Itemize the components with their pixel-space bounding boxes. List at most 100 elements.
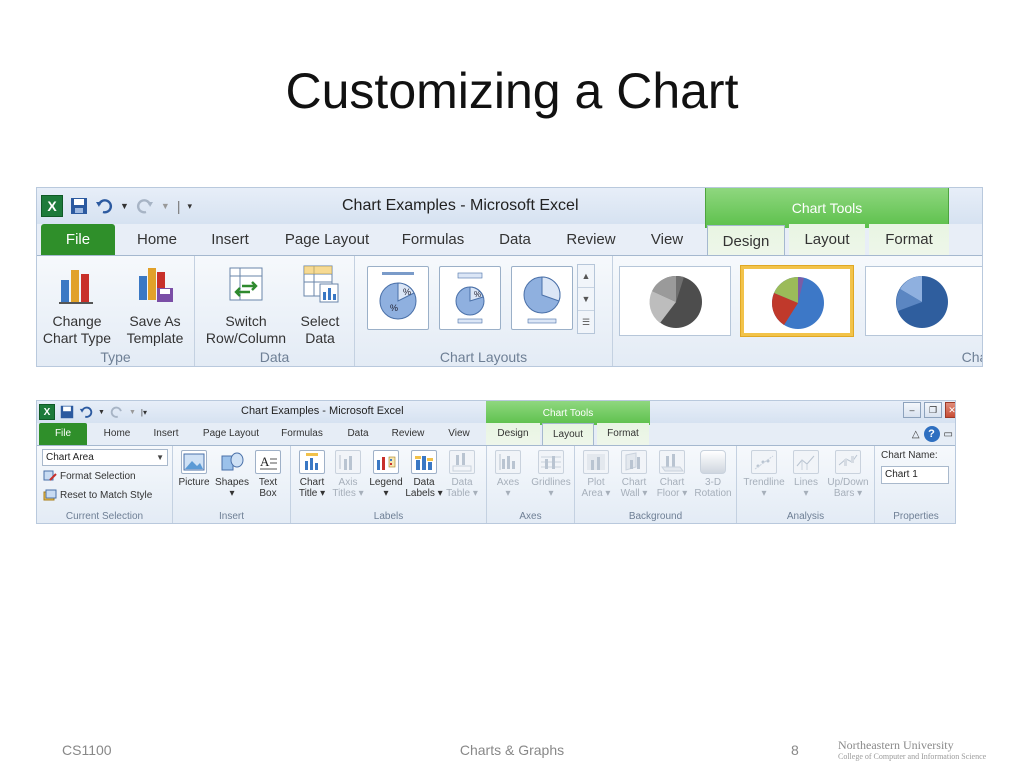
gridlines-button[interactable]: Gridlines ▾ bbox=[529, 450, 573, 499]
select-data-label-1: Select bbox=[300, 313, 340, 329]
group-properties: Chart Name: Chart 1 Properties bbox=[875, 446, 955, 523]
insert-shapes-button[interactable]: Shapes ▾ bbox=[213, 450, 251, 499]
tab-view[interactable]: View bbox=[641, 224, 693, 256]
trendline-button[interactable]: Trendline ▾ bbox=[741, 450, 787, 499]
redo-dropdown-icon[interactable]: ▼ bbox=[129, 409, 136, 416]
tab-review[interactable]: Review bbox=[557, 224, 625, 256]
axes-button[interactable]: Axes ▾ bbox=[489, 450, 527, 499]
axes-label: Axes bbox=[496, 477, 520, 488]
change-chart-type-icon bbox=[59, 270, 93, 304]
gallery-more-icon[interactable]: ☰ bbox=[578, 311, 594, 333]
chart-layout-1-thumbnail[interactable]: %% bbox=[367, 266, 429, 330]
undo-icon[interactable] bbox=[79, 405, 93, 419]
undo-dropdown-icon[interactable]: ▼ bbox=[120, 201, 129, 211]
switch-row-column-button[interactable]: Switch Row/Column bbox=[203, 262, 289, 347]
group-current-selection-label: Current Selection bbox=[65, 511, 144, 522]
shapes-label-2: ▾ bbox=[229, 488, 235, 499]
excel-logo-icon[interactable]: X bbox=[39, 404, 55, 420]
tab-insert[interactable]: Insert bbox=[143, 423, 189, 445]
change-chart-type-label-2: Chart Type bbox=[42, 330, 112, 346]
group-type-label: Type bbox=[100, 349, 131, 365]
redo-dropdown-icon[interactable]: ▼ bbox=[161, 201, 170, 211]
lines-button[interactable]: Lines ▾ bbox=[787, 450, 825, 499]
chart-style-2-thumbnail[interactable] bbox=[741, 266, 853, 336]
customize-qat-icon[interactable]: |▾ bbox=[141, 408, 147, 417]
minimize-ribbon-icon[interactable]: △ bbox=[912, 429, 920, 440]
chart-style-3-thumbnail[interactable] bbox=[865, 266, 982, 336]
excel-logo-icon[interactable]: X bbox=[41, 195, 63, 217]
save-icon[interactable] bbox=[70, 197, 88, 215]
chart-title-button[interactable]: Chart Title ▾ bbox=[293, 450, 331, 499]
tab-home[interactable]: Home bbox=[121, 224, 193, 256]
tab-data[interactable]: Data bbox=[339, 423, 377, 445]
chart-layout-3-thumbnail[interactable] bbox=[511, 266, 573, 330]
tab-layout[interactable]: Layout bbox=[542, 423, 594, 445]
close-icon[interactable]: ✕ bbox=[945, 402, 955, 418]
restore-icon[interactable]: ❐ bbox=[924, 402, 942, 418]
gallery-scroll-up-icon[interactable]: ▲ bbox=[578, 265, 594, 288]
switch-row-column-icon bbox=[229, 267, 263, 301]
tab-home[interactable]: Home bbox=[93, 423, 141, 445]
tab-view[interactable]: View bbox=[439, 423, 479, 445]
gridlines-label: Gridlines bbox=[531, 477, 571, 488]
customize-qat-icon[interactable]: ▾ bbox=[187, 201, 192, 212]
chart-layout-2-thumbnail[interactable]: % bbox=[439, 266, 501, 330]
window-restore-icon[interactable]: ▭ bbox=[944, 429, 953, 440]
tab-page-layout[interactable]: Page Layout bbox=[277, 224, 377, 256]
tab-page-layout[interactable]: Page Layout bbox=[197, 423, 265, 445]
insert-text-box-button[interactable]: A Text Box bbox=[249, 450, 287, 499]
ribbon-layout-screenshot: X ▼ ▼ |▾ Chart Examples - Microsoft Exce… bbox=[36, 400, 956, 524]
switch-row-column-label-1: Switch bbox=[225, 313, 267, 329]
up-down-bars-label: Up/Down bbox=[827, 477, 869, 488]
tab-formulas[interactable]: Formulas bbox=[391, 224, 475, 256]
legend-button[interactable]: Legend ▾ bbox=[367, 450, 405, 499]
data-labels-button[interactable]: Data Labels ▾ bbox=[405, 450, 443, 499]
chevron-down-icon: ▼ bbox=[156, 453, 164, 462]
redo-icon[interactable] bbox=[136, 197, 154, 215]
save-icon[interactable] bbox=[60, 405, 74, 419]
tab-review[interactable]: Review bbox=[385, 423, 431, 445]
tab-data[interactable]: Data bbox=[489, 224, 541, 256]
tab-design[interactable]: Design bbox=[707, 225, 785, 257]
undo-icon[interactable] bbox=[95, 197, 113, 215]
up-down-bars-button[interactable]: Up/Down Bars ▾ bbox=[825, 450, 871, 499]
ribbon-design-screenshot: X ▼ ▼ | ▾ Chart Examples - Microsoft Exc… bbox=[36, 187, 983, 367]
text-box-label: Text bbox=[258, 477, 278, 488]
group-chart-styles-label: Char bbox=[961, 349, 982, 365]
chart-style-1-thumbnail[interactable] bbox=[619, 266, 731, 336]
change-chart-type-button[interactable]: Change Chart Type bbox=[41, 262, 113, 347]
layouts-gallery-scroll[interactable]: ▲ ▼ ☰ bbox=[577, 264, 595, 334]
select-data-button[interactable]: Select Data bbox=[287, 262, 353, 347]
shapes-label: Shapes bbox=[215, 477, 249, 488]
chart-wall-button[interactable]: Chart Wall ▾ bbox=[615, 450, 653, 499]
undo-dropdown-icon[interactable]: ▼ bbox=[98, 409, 105, 416]
plot-area-button[interactable]: Plot Area ▾ bbox=[577, 450, 615, 499]
minimize-icon[interactable]: – bbox=[903, 402, 921, 418]
insert-picture-button[interactable]: Picture bbox=[175, 450, 213, 488]
chart-floor-button[interactable]: Chart Floor ▾ bbox=[653, 450, 691, 499]
chart-elements-dropdown[interactable]: Chart Area ▼ bbox=[42, 449, 168, 466]
axis-titles-button[interactable]: Axis Titles ▾ bbox=[329, 450, 367, 499]
plot-area-label: Plot bbox=[587, 477, 605, 488]
reset-to-match-style-button[interactable]: Reset to Match Style bbox=[43, 489, 152, 501]
tab-file[interactable]: File bbox=[41, 224, 115, 256]
tab-file[interactable]: File bbox=[39, 423, 87, 445]
tab-format[interactable]: Format bbox=[869, 224, 949, 256]
tab-formulas[interactable]: Formulas bbox=[273, 423, 331, 445]
text-box-label-2: Box bbox=[259, 488, 277, 499]
tab-format[interactable]: Format bbox=[597, 423, 649, 445]
tab-insert[interactable]: Insert bbox=[197, 224, 263, 256]
format-selection-button[interactable]: Format Selection bbox=[43, 470, 136, 482]
gallery-scroll-down-icon[interactable]: ▼ bbox=[578, 288, 594, 311]
redo-icon[interactable] bbox=[110, 405, 124, 419]
help-icon[interactable]: ? bbox=[923, 426, 940, 442]
chart-name-input[interactable]: Chart 1 bbox=[881, 466, 949, 484]
legend-icon bbox=[373, 450, 399, 474]
tab-design[interactable]: Design bbox=[486, 423, 540, 445]
3d-rotation-button[interactable]: 3-D Rotation bbox=[691, 450, 735, 499]
chart-style-2-icon bbox=[771, 277, 824, 329]
tab-layout[interactable]: Layout bbox=[789, 224, 865, 256]
save-as-template-button[interactable]: Save As Template bbox=[119, 262, 191, 347]
data-table-button[interactable]: Data Table ▾ bbox=[443, 450, 481, 499]
chart-layout-3-icon bbox=[523, 276, 561, 324]
